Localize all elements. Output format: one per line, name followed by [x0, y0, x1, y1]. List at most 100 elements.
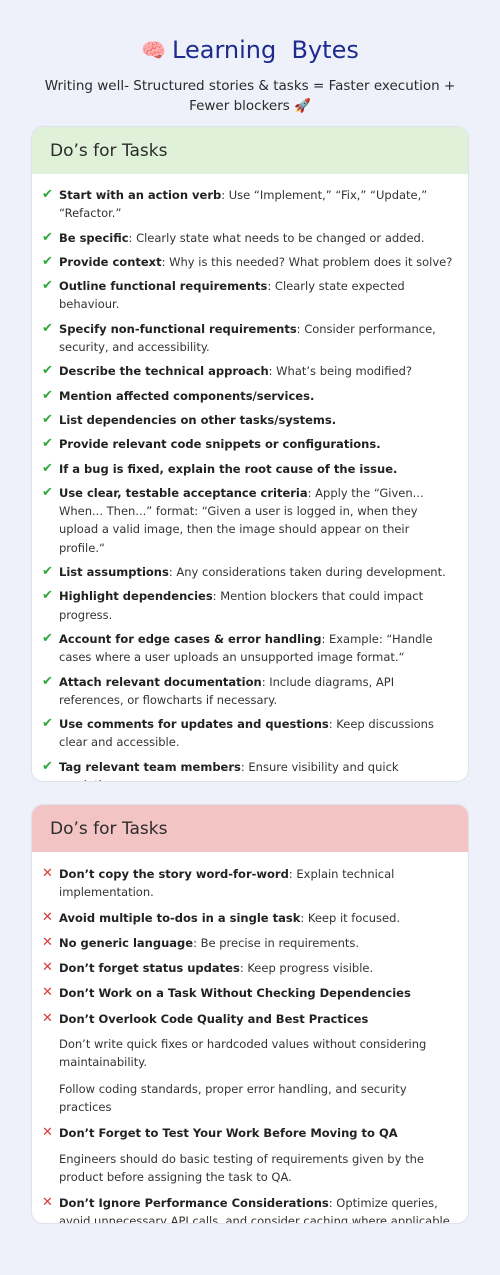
list-item: ✔ Attach relevant documentation: Include …	[42, 673, 458, 710]
list-item: ✔ Specify non-functional requirements: Co…	[42, 320, 458, 357]
list-item-label: Don’t Overlook Code Quality and Best Pra…	[59, 1011, 369, 1026]
list-item-text: List dependencies on other tasks/systems…	[59, 411, 336, 429]
list-item-text: Don’t forget status updates: Keep progre…	[59, 959, 373, 977]
list-item: ✔ Describe the technical approach: What’s…	[42, 362, 458, 380]
list-item-detail: : Clearly state what needs to be changed…	[128, 230, 425, 245]
list-item-text: Start with an action verb: Use “Implemen…	[59, 186, 458, 223]
list-item-text: Use clear, testable acceptance criteria:…	[59, 484, 458, 557]
list-item-label: Use clear, testable acceptance criteria	[59, 485, 308, 500]
list-item-label: Don’t Ignore Performance Considerations	[59, 1196, 329, 1211]
list-item-text: Highlight dependencies: Mention blockers…	[59, 587, 458, 624]
cross-icon: ✕	[42, 1125, 53, 1141]
list-item: ✔ Outline functional requirements: Clearl…	[42, 277, 458, 314]
checkmark-icon: ✔	[42, 363, 53, 379]
list-item-text: Tag relevant team members: Ensure visibi…	[59, 758, 458, 781]
list-item-text: Specify non-functional requirements: Con…	[59, 320, 458, 357]
list-item-label: Don’t Work on a Task Without Checking De…	[59, 986, 411, 1001]
list-item: ✔ Tag relevant team members: Ensure visib…	[42, 758, 458, 781]
list-item-label: Mention affected components/services.	[59, 388, 315, 403]
checkmark-icon: ✔	[42, 187, 53, 202]
list-item-label: Account for edge cases & error handling	[59, 631, 322, 646]
checkmark-icon: ✔	[42, 436, 53, 452]
list-item-note: Follow coding standards, proper error ha…	[59, 1081, 407, 1114]
list-item-label: List dependencies on other tasks/systems…	[59, 412, 337, 427]
cross-icon: ✕	[42, 985, 53, 1001]
cross-icon: ✕	[42, 960, 53, 976]
list-item-text: Attach relevant documentation: Include d…	[59, 673, 458, 710]
checkmark-icon: ✔	[42, 320, 53, 336]
list-item: ✔ Mention affected components/services.	[42, 387, 458, 405]
checkmark-icon: ✔	[42, 411, 53, 427]
list-item-text: Mention affected components/services.	[59, 387, 314, 405]
list-item-text: Avoid multiple to-dos in a single task: …	[59, 909, 400, 927]
list-item: ✔ Start with an action verb: Use “Impleme…	[42, 186, 458, 223]
list-item-text: Provide context: Why is this needed? Wha…	[59, 253, 452, 271]
list-item-detail: : Any considerations taken during develo…	[168, 565, 446, 580]
list-item-label: Avoid multiple to-dos in a single task	[59, 910, 301, 925]
list-item: ✔ List assumptions: Any considerations ta…	[42, 563, 458, 581]
list-item-label: Outline functional requirements	[59, 279, 268, 294]
list-item: ✕ Don’t Ignore Performance Considerations…	[42, 1194, 458, 1223]
list-item-detail: : Keep it focused.	[300, 910, 401, 925]
list-item-detail: : Keep progress visible.	[239, 961, 374, 976]
page-header: 🧠 Learning Bytes Writing well- Structure…	[0, 0, 500, 116]
list-item-text: If a bug is fixed, explain the root caus…	[59, 460, 397, 478]
list-item-label: Don’t forget status updates	[59, 961, 240, 976]
list-item-text: Describe the technical approach: What’s …	[59, 362, 412, 380]
list-item-text: List assumptions: Any considerations tak…	[59, 563, 446, 581]
list-item-label: Start with an action verb	[59, 188, 222, 202]
page-subtitle: Writing well- Structured stories & tasks…	[44, 78, 456, 114]
cross-icon: ✕	[42, 866, 53, 881]
list-item: ✔ Use comments for updates and questions:…	[42, 715, 458, 752]
list-item: ✔ List dependencies on other tasks/system…	[42, 411, 458, 429]
list-item: ✕ Don’t Forget to Test Your Work Before M…	[42, 1124, 458, 1142]
cross-icon: ✕	[42, 1195, 53, 1211]
list-item-label: If a bug is fixed, explain the root caus…	[59, 461, 398, 476]
checkmark-icon: ✔	[42, 484, 53, 500]
list-item-label: Provide relevant code snippets or config…	[59, 437, 381, 452]
cross-icon: ✕	[42, 909, 53, 925]
list-item-text: Don’t Forget to Test Your Work Before Mo…	[59, 1124, 398, 1142]
list-item: ✕ Avoid multiple to-dos in a single task:…	[42, 909, 458, 927]
list-item-label: Highlight dependencies	[59, 589, 213, 604]
list-item: ✕ Don’t copy the story word-for-word: Exp…	[42, 865, 458, 902]
donts-list: ✕ Don’t copy the story word-for-word: Exp…	[32, 852, 468, 1223]
list-item-text: Don’t Overlook Code Quality and Best Pra…	[59, 1010, 368, 1028]
list-item: ✔ Provide context: Why is this needed? Wh…	[42, 253, 458, 271]
list-item: ✔ Use clear, testable acceptance criteria…	[42, 484, 458, 557]
checkmark-icon: ✔	[42, 588, 53, 604]
list-item-label: Tag relevant team members	[59, 759, 241, 774]
list-item-text: Account for edge cases & error handling:…	[59, 630, 458, 667]
donts-card: Do’s for Tasks ✕ Don’t copy the story wor…	[31, 804, 469, 1224]
page-title: 🧠 Learning Bytes	[0, 36, 500, 64]
dos-list: ✔ Start with an action verb: Use “Impleme…	[32, 174, 468, 781]
checkmark-icon: ✔	[42, 630, 53, 646]
list-item-label: Be specific	[59, 230, 129, 245]
list-item-text: Don’t Work on a Task Without Checking De…	[59, 984, 411, 1002]
list-item-text: Don’t Ignore Performance Considerations:…	[59, 1194, 458, 1223]
list-item: ✔ Be specific: Clearly state what needs t…	[42, 229, 458, 247]
list-item-note: Don’t write quick fixes or hardcoded val…	[59, 1037, 427, 1070]
list-item: ✔ Provide relevant code snippets or confi…	[42, 435, 458, 453]
checkmark-icon: ✔	[42, 460, 53, 476]
list-item-detail: : Be precise in requirements.	[193, 935, 360, 950]
list-item-text: Be specific: Clearly state what needs to…	[59, 229, 425, 247]
dos-card: Do’s for Tasks ✔ Start with an action ver…	[31, 126, 469, 782]
list-item-detail: : Why is this needed? What problem does …	[161, 254, 453, 269]
list-item-note: Engineers should do basic testing of req…	[59, 1151, 424, 1184]
cross-icon: ✕	[42, 934, 53, 950]
list-item-text: Use comments for updates and questions: …	[59, 715, 458, 752]
list-item: ✕ No generic language: Be precise in requ…	[42, 934, 458, 952]
list-item-label: Don’t Forget to Test Your Work Before Mo…	[59, 1126, 398, 1141]
list-item: ✔ If a bug is fixed, explain the root cau…	[42, 460, 458, 478]
checkmark-icon: ✔	[42, 278, 53, 294]
list-item-label: Don’t copy the story word-for-word	[59, 867, 289, 881]
list-item: ✕ Don’t forget status updates: Keep progr…	[42, 959, 458, 977]
list-item-text: Don’t copy the story word-for-word: Expl…	[59, 865, 458, 902]
list-item-label: Attach relevant documentation	[59, 674, 262, 689]
list-item-label: No generic language	[59, 935, 194, 950]
checkmark-icon: ✔	[42, 716, 53, 732]
list-item-label: Provide context	[59, 254, 162, 269]
list-item-label: Use comments for updates and questions	[59, 717, 329, 732]
donts-card-heading: Do’s for Tasks	[32, 805, 468, 852]
